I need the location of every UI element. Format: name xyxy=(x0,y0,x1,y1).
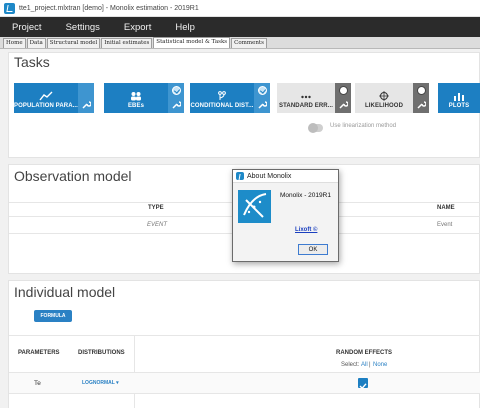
formula-button[interactable]: FORMULA xyxy=(34,310,72,322)
task-conditional-distribution: CONDITIONAL DIST... xyxy=(190,83,270,113)
task-likelihood-button[interactable]: LIKELIHOOD xyxy=(355,83,413,113)
task-label: STANDARD ERR... xyxy=(278,103,334,109)
monolix-app-icon xyxy=(236,172,244,180)
individual-model-title: Individual model xyxy=(14,284,116,300)
monolix-app-icon xyxy=(4,2,15,14)
select-all-link[interactable]: All xyxy=(361,362,368,368)
parameter-cell: Te xyxy=(34,380,41,387)
random-effect-checkbox[interactable] xyxy=(358,378,368,390)
window-title: tte1_project.mlxtran [demo] - Monolix es… xyxy=(19,4,199,12)
col-parameters-header: PARAMETERS xyxy=(18,350,60,356)
task-likelihood: LIKELIHOOD xyxy=(355,83,429,113)
table-row xyxy=(9,372,480,394)
menu-project[interactable]: Project xyxy=(12,22,42,33)
col-distributions-header: DISTRIBUTIONS xyxy=(78,350,125,356)
tab-initial-estimates[interactable]: Initial estimates xyxy=(101,38,153,48)
task-population-parameters-button[interactable]: POPULATION PARA... xyxy=(14,83,78,113)
tasks-panel: Tasks POPULATION PARA... EBEs CONDITIONA… xyxy=(8,52,480,158)
chevron-down-icon: ▾ xyxy=(116,380,119,386)
col-type-header: TYPE xyxy=(148,205,164,211)
task-conditional-distribution-button[interactable]: CONDITIONAL DIST... xyxy=(190,83,254,113)
distribution-value: LOGNORMAL xyxy=(82,380,115,386)
status-check-icon[interactable] xyxy=(257,86,267,95)
wrench-icon xyxy=(82,101,91,109)
task-label: PLOTS xyxy=(448,103,470,109)
bar-chart-icon xyxy=(454,93,464,101)
task-label: POPULATION PARA... xyxy=(14,103,78,109)
select-label: Select: xyxy=(341,362,360,368)
wrench-icon xyxy=(339,101,348,109)
status-unchecked-icon[interactable] xyxy=(416,86,426,95)
tab-strip: Home Data Structural model Initial estim… xyxy=(0,37,480,49)
dots-icon xyxy=(301,95,311,99)
col-random-effects-header: RANDOM EFFECTS xyxy=(336,350,392,356)
menu-export[interactable]: Export xyxy=(124,22,151,33)
task-label: EBEs xyxy=(127,103,145,109)
task-standard-errors: STANDARD ERR... xyxy=(277,83,351,113)
distribution-dropdown[interactable]: LOGNORMAL ▾ xyxy=(82,380,119,386)
observation-type-cell: EVENT xyxy=(147,222,168,228)
wrench-icon xyxy=(417,101,426,109)
ok-button[interactable]: OK xyxy=(298,244,328,255)
status-check-icon[interactable] xyxy=(171,86,181,95)
linearization-label: Use linearization method xyxy=(330,123,397,129)
linearization-toggle[interactable] xyxy=(308,123,323,133)
dialog-title: About Monolix xyxy=(247,172,292,180)
task-label: LIKELIHOOD xyxy=(365,103,403,109)
task-ebes-button[interactable]: EBEs xyxy=(104,83,168,113)
task-population-parameters: POPULATION PARA... xyxy=(14,83,94,113)
lixoft-link[interactable]: Lixoft © xyxy=(295,227,317,233)
tab-comments[interactable]: Comments xyxy=(231,38,267,48)
task-plots-button[interactable]: PLOTS xyxy=(438,83,480,113)
task-likelihood-settings[interactable] xyxy=(413,83,429,113)
menu-settings[interactable]: Settings xyxy=(66,22,100,33)
task-conditional-distribution-settings[interactable] xyxy=(254,83,270,113)
menubar: Project Settings Export Help xyxy=(0,17,480,37)
dialog-product-name: Monolix - 2019R1 xyxy=(280,192,331,199)
tab-statistical-model-tasks[interactable]: Statistical model & Tasks xyxy=(153,37,231,48)
wrench-icon xyxy=(172,101,181,109)
tasks-title: Tasks xyxy=(14,54,50,70)
people-icon xyxy=(131,92,141,101)
status-unchecked-icon[interactable] xyxy=(338,86,348,95)
task-ebes-settings[interactable] xyxy=(168,83,184,113)
task-ebes: EBEs xyxy=(104,83,184,113)
monolix-logo-icon xyxy=(238,190,271,223)
branch-icon xyxy=(218,91,226,100)
col-name-header: NAME xyxy=(437,205,455,211)
tab-structural-model[interactable]: Structural model xyxy=(46,38,101,48)
tab-home[interactable]: Home xyxy=(3,38,26,48)
check-icon xyxy=(359,383,367,390)
observation-model-title: Observation model xyxy=(14,168,132,184)
chart-line-icon xyxy=(39,91,53,101)
tab-data[interactable]: Data xyxy=(26,38,46,48)
menu-help[interactable]: Help xyxy=(175,22,195,33)
dialog-titlebar: About Monolix xyxy=(233,170,338,183)
crosshair-icon xyxy=(379,91,389,101)
task-population-parameters-settings[interactable] xyxy=(78,83,94,113)
observation-name-cell: Event xyxy=(437,222,453,228)
task-standard-errors-settings[interactable] xyxy=(335,83,351,113)
task-standard-errors-button[interactable]: STANDARD ERR... xyxy=(277,83,335,113)
window-titlebar: tte1_project.mlxtran [demo] - Monolix es… xyxy=(0,0,480,17)
task-plots: PLOTS xyxy=(438,83,480,113)
wrench-icon xyxy=(258,101,267,109)
select-none-link[interactable]: None xyxy=(373,362,387,368)
individual-model-panel: Individual model FORMULA PARAMETERS DIST… xyxy=(8,280,480,408)
task-label: CONDITIONAL DIST... xyxy=(190,103,254,109)
select-separator: | xyxy=(369,362,371,368)
about-dialog: About Monolix Monolix - 2019R1 Lixoft © … xyxy=(232,169,339,262)
